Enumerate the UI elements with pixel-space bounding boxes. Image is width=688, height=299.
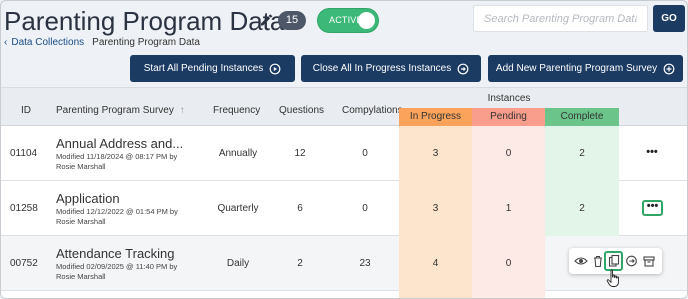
sort-arrow-icon: ↑	[179, 105, 185, 116]
breadcrumb: ‹ Data Collections Parenting Program Data	[4, 37, 200, 48]
column-header-compylations[interactable]: Compylations	[342, 105, 403, 116]
row-pending[interactable]: 0	[472, 258, 545, 269]
column-header-survey[interactable]: Parenting Program Survey ↑	[56, 105, 185, 116]
close-circle-icon[interactable]	[625, 254, 639, 268]
close-all-in-progress-label: Close All In Progress Instances	[312, 63, 452, 74]
column-header-complete[interactable]: Complete	[545, 108, 619, 126]
survey-modified: Modified 02/09/2025 @ 11:40 PM by Rosie …	[56, 262, 186, 282]
row-in-progress[interactable]: 3	[399, 203, 472, 214]
close-circle-icon	[457, 63, 469, 74]
table-row[interactable]: 00752 Attendance Tracking Modified 02/09…	[1, 236, 687, 291]
cursor-hand-icon	[606, 269, 619, 287]
row-questions: 12	[294, 148, 306, 159]
eye-icon[interactable]	[574, 254, 588, 268]
row-frequency: Annually	[218, 148, 258, 159]
table-row[interactable]: 01258 Application Modified 12/12/2022 @ …	[1, 181, 687, 236]
survey-modified: Modified 11/18/2024 @ 08:17 PM by Rosie …	[56, 152, 186, 172]
table-row[interactable]: 01104 Annual Address and... Modified 11/…	[1, 126, 687, 181]
row-id: 01258	[10, 203, 38, 214]
add-new-survey-button[interactable]: Add New Parenting Program Survey	[488, 55, 683, 82]
survey-modified-date: Modified 02/09/2025 @ 11:40 PM by	[56, 262, 178, 271]
row-pending[interactable]: 1	[472, 203, 545, 214]
survey-name-link[interactable]: Annual Address and...	[56, 136, 183, 151]
column-header-pending[interactable]: Pending	[472, 108, 545, 126]
close-all-in-progress-button[interactable]: Close All In Progress Instances	[301, 55, 481, 82]
row-frequency: Daily	[226, 258, 250, 269]
column-header-id[interactable]: ID	[21, 105, 31, 116]
pending-cell-bg	[472, 291, 545, 298]
row-id: 01104	[10, 148, 38, 159]
column-header-in-progress[interactable]: In Progress	[399, 108, 472, 126]
row-questions: 2	[297, 258, 303, 269]
plus-circle-icon	[663, 63, 675, 74]
go-button[interactable]: GO	[653, 5, 685, 32]
table-row[interactable]	[1, 291, 687, 298]
column-group-instances: Instances	[487, 93, 531, 104]
row-in-progress[interactable]: 4	[399, 258, 472, 269]
column-header-survey-label: Parenting Program Survey	[56, 105, 174, 116]
row-pending[interactable]: 0	[472, 148, 545, 159]
breadcrumb-current: Parenting Program Data	[92, 37, 200, 48]
row-complete[interactable]: 2	[545, 203, 619, 214]
row-compylations: 0	[362, 203, 368, 214]
row-questions: 6	[297, 203, 303, 214]
column-header-frequency[interactable]: Frequency	[213, 105, 260, 116]
app-frame: Parenting Program Data 15 ACTIVE GO ‹ Dat…	[0, 0, 688, 299]
toggle-knob	[358, 12, 375, 29]
table-header: ID Parenting Program Survey ↑ Frequency …	[1, 88, 687, 126]
row-id: 00752	[10, 258, 38, 269]
start-all-pending-button[interactable]: Start All Pending Instances	[130, 55, 295, 82]
refresh-play-icon	[269, 63, 281, 74]
survey-modified-date: Modified 12/12/2022 @ 01:54 PM by	[56, 207, 178, 216]
trash-icon[interactable]	[591, 254, 605, 268]
start-all-pending-label: Start All Pending Instances	[143, 63, 264, 74]
surveys-table: ID Parenting Program Survey ↑ Frequency …	[1, 87, 687, 298]
more-options-button[interactable]: •••	[642, 200, 663, 216]
survey-modified-author: Rosie Marshall	[56, 217, 106, 226]
active-toggle[interactable]: ACTIVE	[317, 8, 379, 33]
row-frequency: Quarterly	[217, 203, 259, 214]
survey-modified-author: Rosie Marshall	[56, 162, 106, 171]
add-new-survey-label: Add New Parenting Program Survey	[495, 63, 658, 74]
page-title: Parenting Program Data	[4, 6, 285, 36]
archive-icon[interactable]	[642, 254, 656, 268]
survey-modified-author: Rosie Marshall	[56, 272, 106, 281]
count-badge: 15	[278, 11, 306, 30]
survey-name-link[interactable]: Attendance Tracking	[56, 246, 175, 261]
more-options-button[interactable]: •••	[643, 147, 661, 161]
pencil-icon[interactable]	[259, 13, 273, 27]
survey-modified: Modified 12/12/2022 @ 01:54 PM by Rosie …	[56, 207, 186, 227]
survey-name-link[interactable]: Application	[56, 191, 120, 206]
copy-icon[interactable]	[607, 254, 621, 268]
row-complete[interactable]: 2	[545, 148, 619, 159]
survey-modified-date: Modified 11/18/2024 @ 08:17 PM by	[56, 152, 178, 161]
row-compylations: 0	[362, 148, 368, 159]
row-compylations: 23	[359, 258, 371, 269]
search-input[interactable]	[473, 5, 648, 32]
in-progress-cell-bg	[399, 291, 472, 298]
column-header-questions[interactable]: Questions	[279, 105, 324, 116]
row-in-progress[interactable]: 3	[399, 148, 472, 159]
chevron-left-icon[interactable]: ‹	[4, 37, 7, 48]
breadcrumb-link-data-collections[interactable]: Data Collections	[11, 37, 84, 48]
